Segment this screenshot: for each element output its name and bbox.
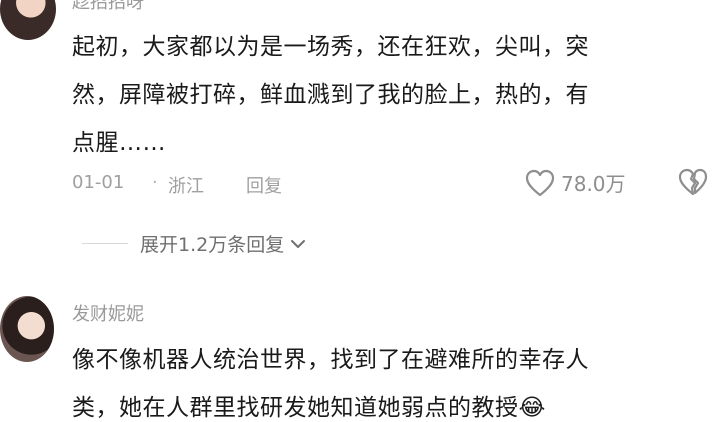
comment-text-line: 然，屏障被打碎，鲜血溅到了我的脸上，热的，有 xyxy=(72,82,589,108)
reply-button[interactable]: 回复 xyxy=(246,172,282,198)
divider xyxy=(82,243,128,244)
chevron-down-icon xyxy=(291,239,306,248)
expand-replies-label: 展开1.2万条回复 xyxy=(140,234,285,256)
like-button[interactable]: 78.0万 xyxy=(525,168,626,197)
comment-text-line: 起初，大家都以为是一场秀，还在狂欢，尖叫，突 xyxy=(72,34,589,60)
like-count: 78.0万 xyxy=(561,172,626,196)
heart-icon xyxy=(525,169,555,196)
expand-replies-button[interactable]: 展开1.2万条回复 xyxy=(82,230,306,257)
comment-date: 01-01 xyxy=(72,172,125,193)
avatar[interactable] xyxy=(0,0,56,40)
dislike-button[interactable] xyxy=(678,168,708,200)
comment-text-line: 点腥…… xyxy=(72,130,166,156)
comment-text-line: 类，她在人群里找研发她知道她弱点的教授😂 xyxy=(72,395,546,421)
meta-separator: · xyxy=(152,172,158,193)
comment-text-line: 像不像机器人统治世界，找到了在避难所的幸存人 xyxy=(72,347,589,373)
broken-heart-icon xyxy=(678,168,708,196)
username[interactable]: 趁招招呀 xyxy=(72,0,144,14)
avatar[interactable] xyxy=(0,296,54,362)
username[interactable]: 发财妮妮 xyxy=(72,300,144,326)
comment-location: 浙江 xyxy=(168,176,204,197)
